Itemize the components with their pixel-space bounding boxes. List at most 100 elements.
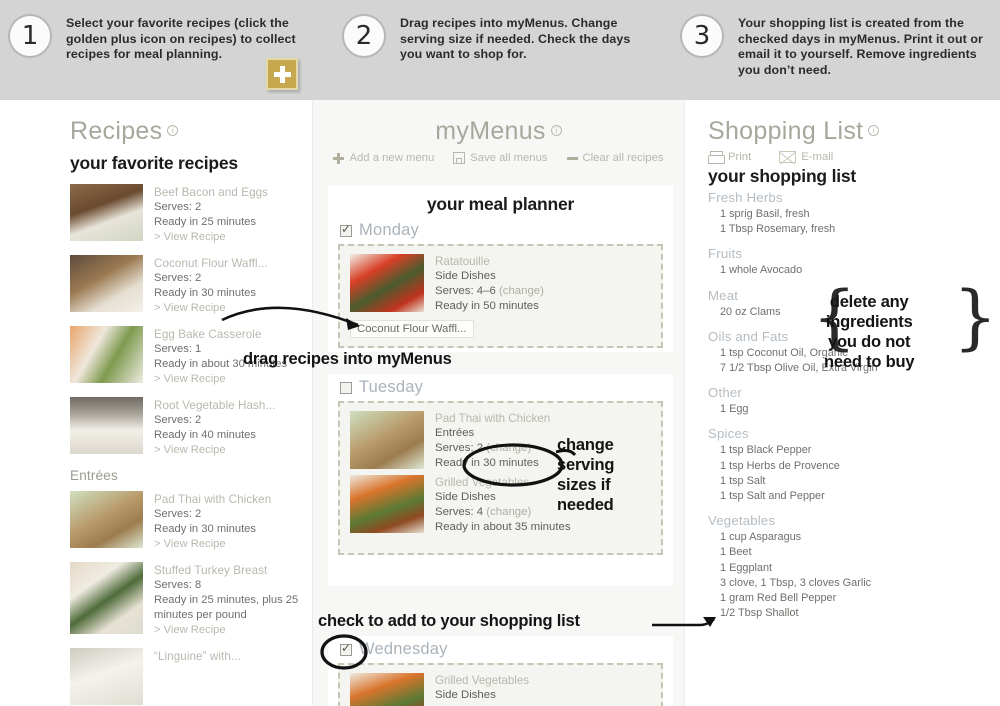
save-all-menus-button[interactable]: Save all menus: [453, 152, 548, 164]
print-button[interactable]: Print: [708, 151, 751, 164]
list-item[interactable]: Root Vegetable Hash... Serves: 2 Ready i…: [70, 397, 312, 458]
recipe-name[interactable]: Coconut Flour Waffl...: [154, 256, 268, 271]
floppy-disk-icon: [453, 152, 466, 164]
list-item[interactable]: “Linguine” with...: [70, 648, 312, 705]
menu-item-name[interactable]: Ratatouille: [435, 254, 544, 269]
day-label-tuesday: Tuesday: [359, 378, 424, 396]
shopping-item[interactable]: 1 tsp Black Pepper: [708, 443, 1000, 458]
shopping-list-header: Shopping List i: [686, 100, 1000, 146]
shopping-item[interactable]: 1/2 Tbsp Shallot: [708, 606, 1000, 621]
list-item[interactable]: Coconut Flour Waffl... Serves: 2 Ready i…: [70, 255, 312, 316]
meal-planner-panel: your meal planner Monday Ratatouille Sid…: [328, 186, 673, 352]
view-recipe-link[interactable]: > View Recipe: [154, 537, 271, 552]
list-item[interactable]: Beef Bacon and Eggs Serves: 2 Ready in 2…: [70, 184, 312, 245]
menu-item-category: Side Dishes: [435, 689, 496, 701]
view-recipe-link[interactable]: > View Recipe: [154, 623, 298, 638]
list-item[interactable]: Pad Thai with Chicken Serves: 2 Ready in…: [70, 491, 312, 552]
annotation-change-line-2: serving: [557, 456, 615, 474]
annotation-drag-recipes: drag recipes into myMenus: [243, 350, 452, 368]
drop-zone-monday[interactable]: Ratatouille Side Dishes Serves: 4–6 (cha…: [338, 244, 663, 348]
menu-item-name[interactable]: Grilled Vegetables: [435, 475, 571, 490]
minus-icon: [566, 156, 578, 160]
recipe-ready: Ready in 30 minutes: [154, 523, 256, 535]
info-icon[interactable]: i: [550, 124, 562, 136]
recipe-name[interactable]: Root Vegetable Hash...: [154, 398, 275, 413]
day-checkbox-wednesday[interactable]: [340, 641, 352, 656]
shopping-item[interactable]: 1 gram Red Bell Pepper: [708, 591, 1000, 606]
shopping-item[interactable]: 3 clove, 1 Tbsp, 3 cloves Garlic: [708, 576, 1000, 591]
recipes-subtitle: your favorite recipes: [70, 153, 238, 173]
recipe-name[interactable]: Stuffed Turkey Breast: [154, 563, 298, 578]
menu-item-ready: Ready in 30 minutes: [435, 457, 539, 469]
recipe-name[interactable]: Beef Bacon and Eggs: [154, 185, 268, 200]
view-recipe-link[interactable]: > View Recipe: [154, 443, 275, 458]
drop-zone-wednesday[interactable]: Grilled Vegetables Side Dishes: [338, 663, 663, 706]
dragged-recipe-chip[interactable]: Coconut Flour Waffl...: [350, 320, 474, 338]
list-item[interactable]: Stuffed Turkey Breast Serves: 8 Ready in…: [70, 562, 312, 638]
menu-item[interactable]: Ratatouille Side Dishes Serves: 4–6 (cha…: [350, 254, 651, 314]
recipe-name[interactable]: Pad Thai with Chicken: [154, 492, 271, 507]
recipe-serves: Serves: 8: [154, 579, 202, 591]
annotation-delete-ingredients: delete any ingredients you do not need t…: [824, 292, 915, 372]
change-serves-link[interactable]: (change): [499, 285, 544, 297]
day-label-monday: Monday: [359, 221, 419, 239]
shopping-item[interactable]: 1 Egg: [708, 402, 1000, 417]
menu-item-name[interactable]: Pad Thai with Chicken: [435, 411, 550, 426]
mymenus-title: myMenus: [435, 117, 546, 145]
recipes-title: Recipes: [70, 117, 163, 145]
view-recipe-link[interactable]: > View Recipe: [154, 230, 268, 245]
clear-all-recipes-button[interactable]: Clear all recipes: [566, 152, 664, 164]
change-serves-link[interactable]: (change): [486, 506, 531, 518]
info-icon[interactable]: i: [868, 124, 880, 136]
step-3: 3 Your shopping list is created from the…: [680, 0, 1000, 100]
shopping-item[interactable]: 1 Tbsp Rosemary, fresh: [708, 222, 1000, 237]
recipe-name[interactable]: “Linguine” with...: [154, 649, 241, 664]
shopping-list-toolbar: Print E-mail: [686, 146, 1000, 164]
view-recipe-link[interactable]: > View Recipe: [154, 301, 268, 316]
planner-panel-tuesday: Tuesday Pad Thai with Chicken Entrées Se…: [328, 374, 673, 586]
golden-plus-icon[interactable]: [266, 58, 298, 90]
shopping-item[interactable]: 1 Beet: [708, 545, 1000, 560]
recipe-thumbnail: [70, 648, 143, 705]
planner-panel-wednesday: Wednesday Grilled Vegetables Side Dishes: [328, 636, 673, 706]
mymenus-toolbar: Add a new menu Save all menus Clear all …: [313, 152, 684, 164]
step-1-text: Select your favorite recipes (click the …: [66, 16, 296, 61]
serves-value: Serves: 4: [435, 506, 484, 518]
menu-item-category: Side Dishes: [435, 270, 496, 282]
add-new-menu-button[interactable]: Add a new menu: [333, 152, 434, 164]
recipe-thumbnail: [70, 255, 143, 312]
shopping-item[interactable]: 1 Eggplant: [708, 561, 1000, 576]
menu-item-thumbnail: [350, 475, 424, 533]
recipes-list: Beef Bacon and Eggs Serves: 2 Ready in 2…: [0, 184, 312, 705]
printer-icon: [708, 151, 725, 164]
shopping-item[interactable]: 1 cup Asparagus: [708, 530, 1000, 545]
shopping-item[interactable]: 1 tsp Salt and Pepper: [708, 489, 1000, 504]
annotation-change-serving: change serving sizes if needed: [557, 435, 614, 515]
step-3-number: 3: [680, 14, 724, 58]
view-recipe-link[interactable]: > View Recipe: [154, 372, 287, 387]
recipe-name[interactable]: Egg Bake Casserole: [154, 327, 287, 342]
clear-all-recipes-label: Clear all recipes: [582, 152, 664, 164]
menu-item[interactable]: Grilled Vegetables Side Dishes: [350, 673, 651, 706]
menu-item-name[interactable]: Grilled Vegetables: [435, 673, 529, 688]
add-new-menu-label: Add a new menu: [349, 152, 435, 164]
mymenus-header: myMenus i: [313, 100, 684, 146]
day-checkbox-tuesday[interactable]: [340, 381, 352, 394]
shopping-item[interactable]: 1 tsp Salt: [708, 474, 1000, 489]
shopping-group: Other 1 Egg: [708, 383, 1000, 417]
change-serves-link[interactable]: (change): [486, 442, 531, 454]
day-checkbox-monday[interactable]: [340, 222, 352, 237]
recipe-serves: Serves: 2: [154, 508, 202, 520]
recipe-thumbnail: [70, 326, 143, 383]
step-2-number: 2: [342, 14, 386, 58]
recipe-serves: Serves: 2: [154, 272, 202, 284]
shopping-item[interactable]: 1 sprig Basil, fresh: [708, 207, 1000, 222]
info-icon[interactable]: i: [167, 124, 179, 136]
menu-item-serves: Serves: 4–6 (change): [435, 284, 544, 299]
shopping-item[interactable]: 1 tsp Herbs de Provence: [708, 459, 1000, 474]
email-button[interactable]: E-mail: [779, 151, 833, 163]
recipe-ready-cont: minutes per pound: [154, 609, 247, 621]
menu-item-category: Side Dishes: [435, 491, 496, 503]
recipe-ready: Ready in 25 minutes, plus 25: [154, 594, 299, 606]
shopping-group: Fruits 1 whole Avocado: [708, 244, 1000, 278]
